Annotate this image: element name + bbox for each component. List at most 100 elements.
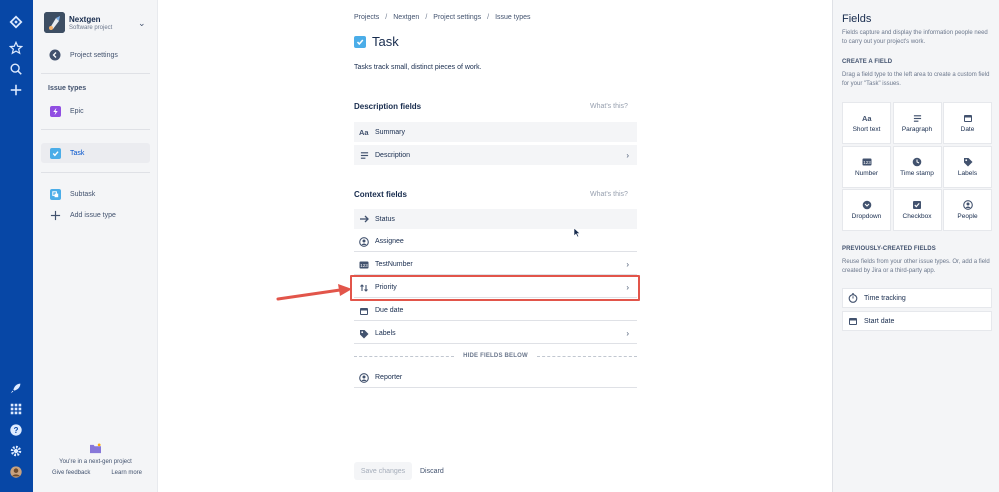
sidebar-item-label: Epic (70, 107, 84, 115)
field-summary[interactable]: Aa Summary (354, 122, 637, 142)
issue-types-heading: Issue types (48, 85, 87, 92)
learn-more-link[interactable]: Learn more (111, 470, 142, 476)
create-icon[interactable] (8, 82, 24, 98)
svg-text:Aa: Aa (359, 128, 369, 137)
main-content: Projects / Nextgen / Project settings / … (158, 0, 832, 492)
project-name: Nextgen (69, 14, 101, 24)
breadcrumb-issue-types[interactable]: Issue types (495, 14, 530, 21)
annotation-arrow-icon (276, 284, 352, 301)
breadcrumb-projects[interactable]: Projects (354, 14, 379, 21)
page-title[interactable]: Task (372, 34, 399, 49)
project-avatar (44, 12, 65, 33)
field-type-number[interactable]: 123 Number (842, 145, 891, 188)
rocket-icon[interactable] (8, 380, 24, 396)
field-type-people[interactable]: People (943, 189, 992, 231)
tag-icon (359, 329, 369, 339)
breadcrumb-nextgen[interactable]: Nextgen (393, 14, 419, 21)
sidebar-item-project-settings[interactable]: Project settings (41, 45, 150, 65)
field-type-grid: Aa Short text Paragraph Date 123 Number … (842, 102, 992, 231)
sidebar-item-label: Project settings (70, 51, 118, 59)
add-issue-type-button[interactable]: Add issue type (41, 205, 150, 225)
field-description[interactable]: Description › (354, 145, 637, 165)
tile-label: Date (960, 126, 975, 133)
field-label: Summary (375, 128, 405, 136)
sidebar-item-task[interactable]: Task (41, 143, 150, 163)
highlight-box (350, 275, 640, 301)
project-sidebar: Nextgen Software project ⌄ Project setti… (33, 0, 158, 492)
field-type-time-stamp[interactable]: Time stamp (892, 145, 942, 188)
chevron-down-icon[interactable]: ⌄ (138, 18, 146, 29)
give-feedback-link[interactable]: Give feedback (52, 470, 90, 476)
help-icon[interactable]: ? (8, 422, 24, 438)
field-type-labels[interactable]: Labels (943, 145, 992, 188)
breadcrumb-project-settings[interactable]: Project settings (433, 14, 481, 21)
task-checkbox-icon (49, 147, 61, 159)
hide-fields-divider[interactable]: HIDE FIELDS BELOW (354, 353, 637, 361)
search-icon[interactable] (8, 61, 24, 77)
hide-fields-label: HIDE FIELDS BELOW (463, 353, 528, 359)
prev-field-label: Start date (864, 317, 895, 325)
field-reporter[interactable]: Reporter (354, 368, 637, 388)
chevron-right-icon[interactable]: › (626, 151, 629, 160)
tile-label: People (957, 213, 978, 220)
divider (41, 73, 150, 74)
calendar-icon (848, 316, 858, 326)
save-changes-button[interactable]: Save changes (354, 462, 412, 480)
lines-icon (359, 150, 369, 160)
chevron-right-icon[interactable]: › (626, 329, 629, 338)
field-label: Reporter (375, 374, 403, 381)
mouse-cursor-icon (573, 227, 581, 238)
next-gen-folder-icon (89, 443, 102, 456)
issue-type-description[interactable]: Tasks track small, distinct pieces of wo… (354, 64, 482, 71)
field-testnumber[interactable]: 123 TestNumber › (354, 255, 637, 275)
field-labels[interactable]: Labels › (354, 324, 637, 344)
field-type-paragraph[interactable]: Paragraph (892, 102, 942, 144)
field-label: Description (375, 151, 411, 159)
field-type-date[interactable]: Date (943, 102, 992, 144)
divider (41, 172, 150, 173)
sidebar-item-subtask[interactable]: Subtask (41, 184, 150, 204)
project-header[interactable]: Nextgen Software project (44, 12, 112, 33)
discard-button[interactable]: Discard (420, 462, 444, 480)
star-icon[interactable] (8, 40, 24, 56)
user-avatar[interactable] (8, 464, 24, 480)
chevron-right-icon[interactable]: › (626, 260, 629, 269)
prev-field-time-tracking[interactable]: Time tracking (842, 288, 992, 308)
whats-this-link[interactable]: What's this? (590, 103, 628, 110)
plus-icon (49, 209, 61, 221)
description-fields-title: Description fields (354, 102, 422, 111)
whats-this-link[interactable]: What's this? (590, 191, 628, 198)
previously-created-heading: PREVIOUSLY-CREATED FIELDS (842, 246, 936, 252)
sidebar-item-epic[interactable]: Epic (41, 101, 150, 121)
field-due-date[interactable]: Due date (354, 301, 637, 321)
create-field-text: Drag a field type to the left area to cr… (842, 72, 990, 87)
create-field-heading: CREATE A FIELD (842, 59, 893, 65)
field-status[interactable]: Status (354, 209, 637, 229)
field-type-checkbox[interactable]: Checkbox (892, 189, 942, 231)
tile-label: Labels (957, 169, 978, 177)
checkbox-icon (912, 200, 922, 210)
prev-field-start-date[interactable]: Start date (842, 311, 992, 331)
tile-label: Dropdown (851, 213, 882, 220)
fields-panel: Fields Fields capture and display the in… (832, 0, 999, 492)
field-assignee[interactable]: Assignee (354, 232, 637, 252)
arrow-icon (359, 214, 369, 224)
context-fields-title: Context fields (354, 190, 407, 199)
text-icon: Aa (862, 113, 872, 123)
number-icon: 123 (359, 260, 369, 270)
jira-logo-icon[interactable] (8, 14, 24, 30)
add-issue-type-label: Add issue type (70, 211, 116, 219)
panel-title: Fields (842, 13, 872, 25)
field-type-short-text[interactable]: Aa Short text (842, 102, 891, 144)
field-type-dropdown[interactable]: Dropdown (842, 189, 891, 231)
field-label: Labels (375, 330, 396, 337)
person-icon (359, 372, 369, 383)
field-label: Assignee (375, 238, 404, 245)
sidebar-item-label: Task (70, 149, 85, 157)
back-arrow-icon (49, 49, 61, 61)
text-icon: Aa (359, 127, 369, 137)
app-switcher-icon[interactable] (8, 401, 24, 417)
field-label: Status (375, 215, 395, 223)
field-label: TestNumber (375, 261, 413, 268)
settings-gear-icon[interactable] (8, 443, 24, 459)
